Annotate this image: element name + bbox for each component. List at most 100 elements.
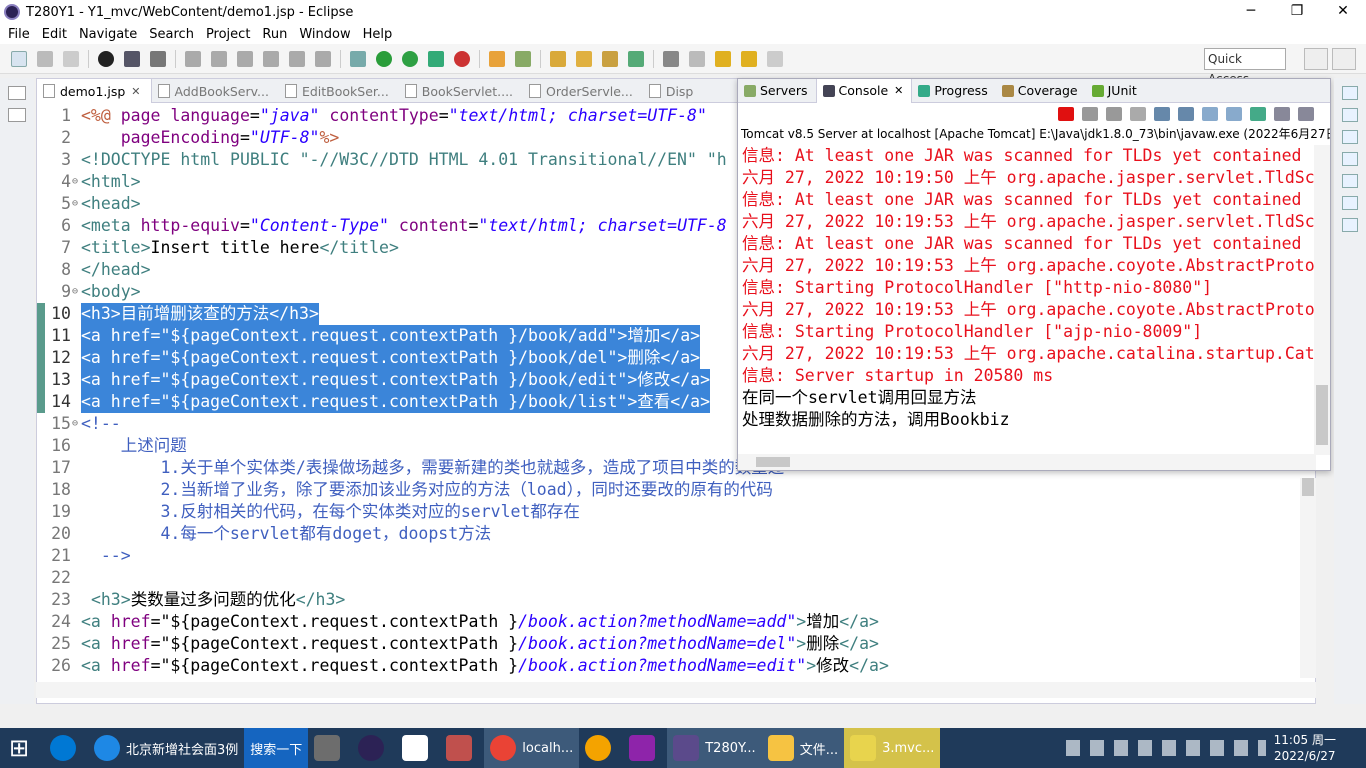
code-line[interactable]: 23 <h3>类数量过多问题的优化</h3> <box>37 589 1317 611</box>
tab-orderservlet[interactable]: OrderServle... <box>523 79 643 103</box>
pin-icon[interactable] <box>689 50 705 67</box>
menu-help[interactable]: Help <box>357 27 399 42</box>
suspend-icon[interactable] <box>211 50 227 67</box>
fold-toggle-icon[interactable]: ⊖ <box>72 413 80 435</box>
code-line[interactable]: 18 2.当新增了业务，除了要添加该业务对应的方法（load），同时还要改的原有… <box>37 479 1317 501</box>
taskbar-item-typora[interactable] <box>396 728 440 768</box>
tab-addbookservlet[interactable]: AddBookServ... <box>152 79 279 103</box>
taskbar-item-eclipse[interactable] <box>352 728 396 768</box>
step-over-icon[interactable] <box>315 50 331 67</box>
minimize-button[interactable]: ─ <box>1228 0 1274 24</box>
tab-coverage[interactable]: Coverage <box>996 79 1086 103</box>
show-stderr-icon[interactable] <box>1226 107 1242 121</box>
clock[interactable]: 11:05 周一 2022/6/27 <box>1274 732 1366 764</box>
tab-servers[interactable]: Servers <box>738 79 816 103</box>
tab-bookservlet[interactable]: BookServlet.... <box>399 79 523 103</box>
open-perspective-button[interactable] <box>1304 48 1328 70</box>
markers-icon[interactable] <box>1342 152 1358 166</box>
step-into-icon[interactable] <box>289 50 305 67</box>
menu-search[interactable]: Search <box>143 27 200 42</box>
code-line[interactable]: 21 --> <box>37 545 1317 567</box>
new-server-icon[interactable] <box>489 50 505 67</box>
scroll-lock-icon[interactable] <box>1154 107 1170 121</box>
remove-all-icon[interactable] <box>1106 107 1122 121</box>
pin-console-icon[interactable] <box>1250 107 1266 121</box>
debug-icon[interactable] <box>98 50 114 67</box>
taskbar-item-chrome[interactable]: localh... <box>484 728 580 768</box>
taskbar-item-search-widget[interactable] <box>44 728 88 768</box>
progress-icon[interactable] <box>1342 196 1358 210</box>
tab-demo1-jsp[interactable]: demo1.jsp ✕ <box>37 79 152 103</box>
forward-arrow-icon[interactable] <box>767 50 783 67</box>
fold-toggle-icon[interactable]: ⊖ <box>72 171 80 193</box>
last-edit-icon[interactable] <box>715 50 731 67</box>
quick-access-input[interactable]: Quick Access <box>1204 48 1286 86</box>
close-tab-icon[interactable]: ✕ <box>894 84 903 97</box>
open-folder-icon[interactable] <box>576 50 592 67</box>
code-line[interactable]: 20 4.每一个servlet都有doget，doopst方法 <box>37 523 1317 545</box>
tab-dispatcher[interactable]: Disp <box>643 79 704 103</box>
taskbar-item-news[interactable]: 北京新增社会面3例 <box>88 728 244 768</box>
scroll-thumb[interactable] <box>1302 478 1314 496</box>
external-tools-icon[interactable] <box>454 50 470 67</box>
menu-window[interactable]: Window <box>293 27 356 42</box>
remove-launch-icon[interactable] <box>1082 107 1098 121</box>
editor-vertical-scrollbar[interactable] <box>1300 478 1316 678</box>
back-arrow-icon[interactable] <box>741 50 757 67</box>
search-icon[interactable] <box>628 50 644 67</box>
menu-run[interactable]: Run <box>256 27 293 42</box>
fold-toggle-icon[interactable]: ⊖ <box>72 281 80 303</box>
restore-icon[interactable] <box>1342 86 1358 100</box>
new-icon[interactable] <box>11 50 27 67</box>
console-vertical-scrollbar[interactable] <box>1314 145 1330 455</box>
code-line[interactable]: 22 <box>37 567 1317 589</box>
word-wrap-icon[interactable] <box>1178 107 1194 121</box>
menu-project[interactable]: Project <box>200 27 256 42</box>
code-line[interactable]: 19 3.反射相关的代码，在每个实体类对应的servlet都存在 <box>37 501 1317 523</box>
display-console-icon[interactable] <box>1274 107 1290 121</box>
tray-icons[interactable] <box>1065 740 1266 756</box>
code-line[interactable]: 24 <a href="${pageContext.request.context… <box>37 611 1317 633</box>
tab-editbookservlet[interactable]: EditBookSer... <box>279 79 399 103</box>
tab-progress[interactable]: Progress <box>912 79 995 103</box>
resume-icon[interactable] <box>185 50 201 67</box>
outline-icon[interactable] <box>1342 108 1358 122</box>
menu-navigate[interactable]: Navigate <box>73 27 143 42</box>
run-coverage-icon[interactable] <box>428 50 444 67</box>
task-list-icon[interactable] <box>1342 130 1358 144</box>
annotation-icon[interactable] <box>663 50 679 67</box>
close-button[interactable]: ✕ <box>1320 0 1366 24</box>
skip-breakpoints-icon[interactable] <box>150 50 166 67</box>
open-console-icon[interactable] <box>1298 107 1314 121</box>
tab-console[interactable]: Console ✕ <box>815 78 913 103</box>
clear-console-icon[interactable] <box>1130 107 1146 121</box>
taskbar-item-player[interactable]: 3.mvc... <box>844 728 941 768</box>
save-icon[interactable] <box>37 50 53 67</box>
servers-icon[interactable] <box>1342 174 1358 188</box>
disconnect-icon[interactable] <box>263 50 279 67</box>
code-line[interactable]: 25 <a href="${pageContext.request.context… <box>37 633 1317 655</box>
scroll-thumb[interactable] <box>1316 385 1328 445</box>
taskbar-item-explorer[interactable]: 文件... <box>761 728 845 768</box>
save-all-icon[interactable] <box>63 50 79 67</box>
menu-file[interactable]: File <box>2 27 36 42</box>
restore-icon[interactable] <box>8 86 26 100</box>
taskbar-item-database[interactable] <box>440 728 484 768</box>
run-icon[interactable] <box>402 50 418 67</box>
console-output[interactable]: 信息: At least one JAR was scanned for TLD… <box>738 145 1314 455</box>
project-explorer-icon[interactable] <box>8 108 26 122</box>
coverage-icon[interactable] <box>350 50 366 67</box>
tab-junit[interactable]: JUnit <box>1086 79 1145 103</box>
junit-icon[interactable] <box>1342 218 1358 232</box>
taskbar-item-star[interactable] <box>623 728 667 768</box>
fold-toggle-icon[interactable]: ⊖ <box>72 193 80 215</box>
menu-edit[interactable]: Edit <box>36 27 73 42</box>
terminal-icon[interactable] <box>124 50 140 67</box>
taskbar-item-eclipse-window[interactable]: T280Y... <box>667 728 762 768</box>
debug-bug-icon[interactable] <box>376 50 392 67</box>
show-stdout-icon[interactable] <box>1202 107 1218 121</box>
taskbar-search-button[interactable]: 搜索一下 <box>244 728 309 768</box>
open-type-icon[interactable] <box>550 50 566 67</box>
java-ee-perspective-button[interactable] <box>1332 48 1356 70</box>
maximize-button[interactable]: ❐ <box>1274 0 1320 24</box>
